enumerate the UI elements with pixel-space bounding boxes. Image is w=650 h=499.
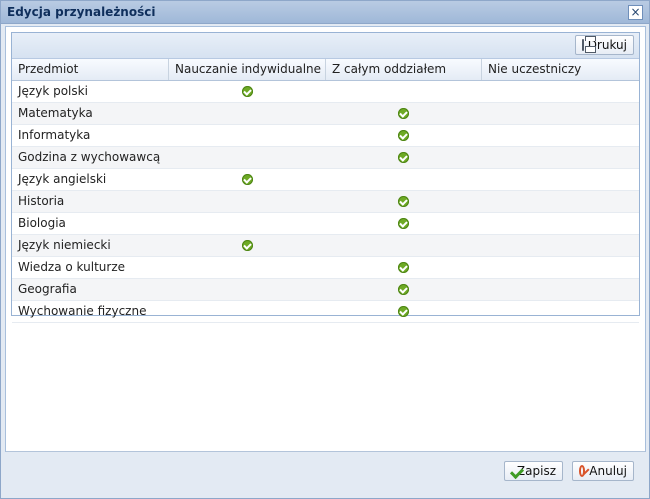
subject-name: Wiedza o kulturze [18,260,126,274]
subject-name: Język angielski [18,172,107,186]
table-row[interactable]: Godzina z wychowawcą [12,147,639,169]
subject-name: Język polski [18,84,88,98]
cancel-button-label: Anuluj [589,464,627,478]
table-header: Przedmiot Nauczanie indywidualne Z całym… [12,59,639,81]
grid-toolbar: Drukuj [12,33,639,59]
dialog-titlebar[interactable]: Edycja przynależności × [1,1,649,24]
check-circle-icon[interactable] [242,86,253,97]
cancel-icon [579,465,586,477]
print-button[interactable]: Drukuj [575,35,634,55]
subject-name: Informatyka [18,128,91,142]
check-circle-icon[interactable] [398,306,409,317]
table-row[interactable]: Wiedza o kulturze [12,257,639,279]
cancel-button[interactable]: Anuluj [572,461,634,481]
subject-name: Język niemiecki [18,238,111,252]
printer-icon [582,36,594,53]
subject-name: Matematyka [18,106,93,120]
check-circle-icon[interactable] [398,108,409,119]
checkmark-icon [511,465,513,477]
subject-name: Historia [18,194,65,208]
dialog-content: Drukuj Przedmiot Nauczanie indywidualne … [5,26,646,452]
table-row[interactable]: Język niemiecki [12,235,639,257]
table-row[interactable]: Biologia [12,213,639,235]
subjects-grid-panel: Drukuj Przedmiot Nauczanie indywidualne … [11,32,640,323]
close-icon[interactable]: × [628,5,643,20]
footer-divider [6,451,645,452]
table-row[interactable]: Matematyka [12,103,639,125]
subject-name: Geografia [18,282,77,296]
column-header-individual[interactable]: Nauczanie indywidualne [169,59,326,80]
check-circle-icon[interactable] [398,196,409,207]
check-circle-icon[interactable] [242,240,253,251]
table-row[interactable]: Język polski [12,81,639,103]
check-circle-icon[interactable] [242,174,253,185]
column-header-subject[interactable]: Przedmiot [12,59,169,80]
check-circle-icon[interactable] [398,284,409,295]
dialog-title: Edycja przynależności [7,5,156,19]
table-row[interactable]: Informatyka [12,125,639,147]
column-header-not-attending[interactable]: Nie uczestniczy [482,59,639,80]
check-circle-icon[interactable] [398,130,409,141]
membership-dialog: Edycja przynależności × Drukuj Przedmiot… [0,0,650,499]
table-row[interactable]: Geografia [12,279,639,301]
table-row[interactable]: Język angielski [12,169,639,191]
table-body: Język polski Matematyka Informatyka Godzina… [12,81,639,323]
subject-name: Biologia [18,216,66,230]
check-circle-icon[interactable] [398,152,409,163]
column-header-whole-class[interactable]: Z całym oddziałem [326,59,482,80]
subject-name: Godzina z wychowawcą [18,150,161,164]
check-circle-icon[interactable] [398,218,409,229]
table-row[interactable]: Wychowanie fizyczne [12,301,639,323]
save-button[interactable]: Zapisz [504,461,563,481]
check-circle-icon[interactable] [398,262,409,273]
subject-name: Wychowanie fizyczne [18,304,147,318]
table-row[interactable]: Historia [12,191,639,213]
